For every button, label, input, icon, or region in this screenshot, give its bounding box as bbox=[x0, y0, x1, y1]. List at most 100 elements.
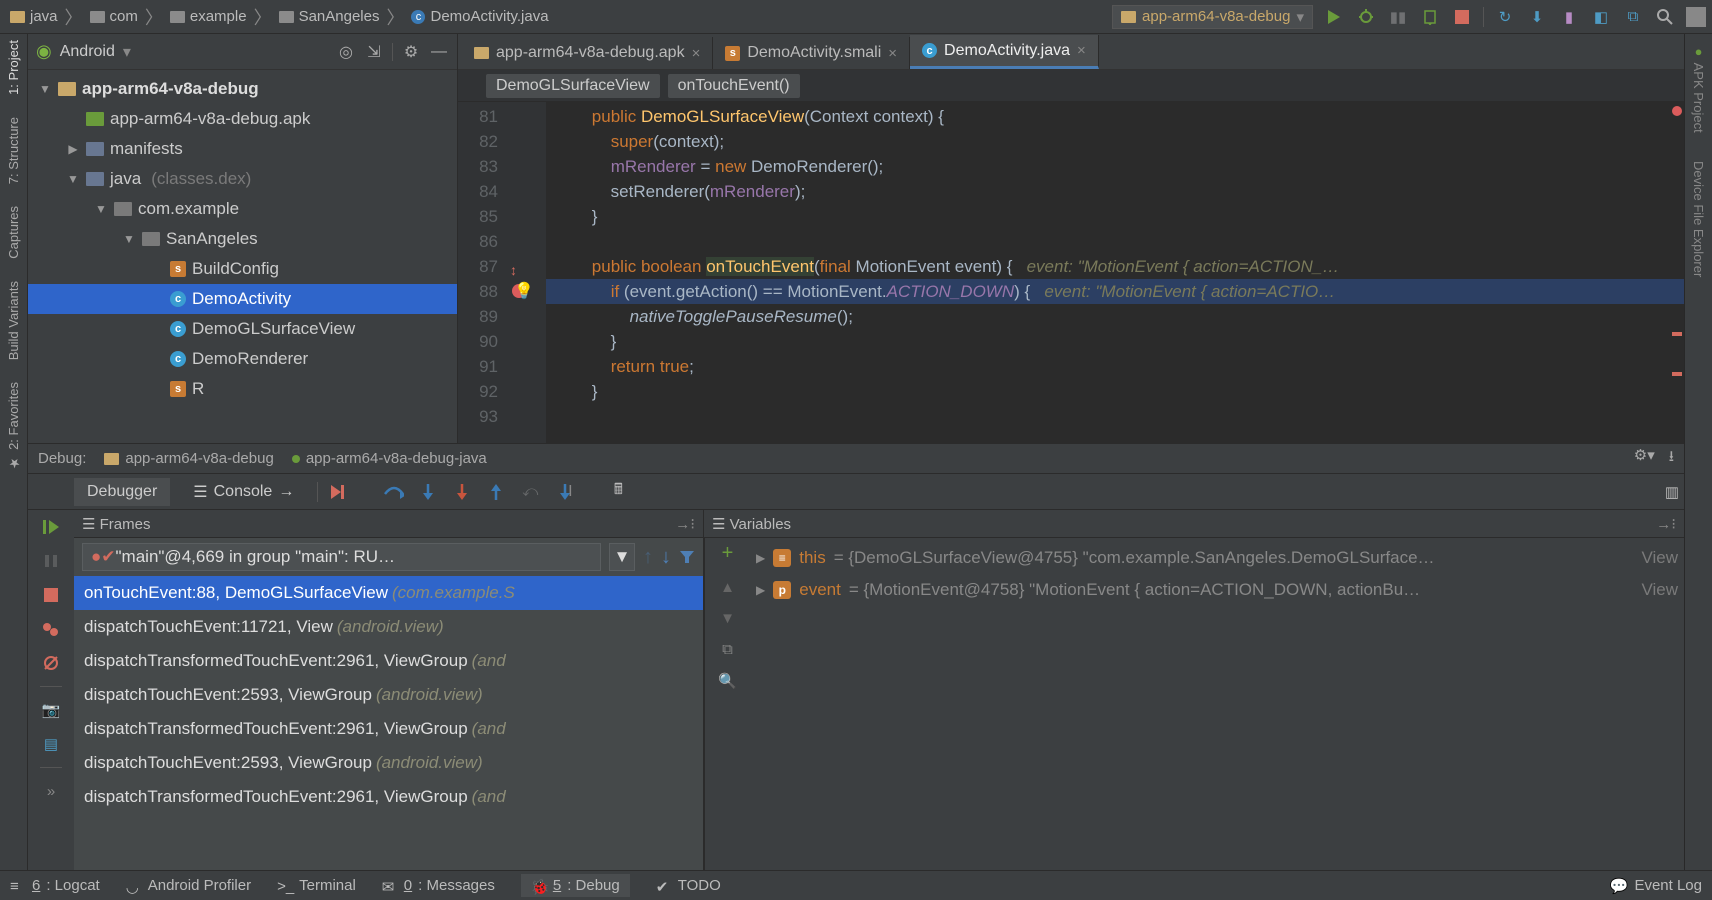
expand-icon[interactable]: →⁝ bbox=[1656, 515, 1676, 533]
code-editor[interactable]: 81828384858687888990919293 💡↕ public Dem… bbox=[458, 102, 1684, 443]
code-body[interactable]: public DemoGLSurfaceView(Context context… bbox=[546, 102, 1684, 443]
debug-config[interactable]: app-arm64-v8a-debug bbox=[125, 450, 273, 467]
variable-row[interactable]: ▶≡this = {DemoGLSurfaceView@4755} "com.e… bbox=[756, 542, 1678, 574]
up-icon[interactable]: ▲ bbox=[720, 579, 735, 596]
bottom-tab[interactable]: ✔TODO bbox=[656, 877, 721, 894]
breadcrumb-item[interactable]: com bbox=[86, 8, 142, 25]
stack-frame[interactable]: onTouchEvent:88, DemoGLSurfaceView(com.e… bbox=[74, 576, 703, 610]
layout-inspector-icon[interactable]: ◧ bbox=[1590, 6, 1612, 28]
icon-gutter[interactable]: 💡↕ bbox=[506, 102, 546, 443]
project-view-chevron-icon[interactable]: ▾ bbox=[123, 42, 131, 62]
expand-icon[interactable]: →⁝ bbox=[675, 515, 695, 533]
show-exec-point-icon[interactable] bbox=[328, 480, 352, 504]
tab-project[interactable]: 1: Project bbox=[6, 40, 21, 95]
sync-gradle-icon[interactable]: ↻ bbox=[1494, 6, 1516, 28]
run-button[interactable] bbox=[1323, 6, 1345, 28]
project-view-selector[interactable]: Android bbox=[60, 43, 115, 61]
warning-marker[interactable] bbox=[1672, 372, 1682, 376]
evaluate-expr-icon[interactable]: 🖩 bbox=[606, 480, 630, 504]
stop-button[interactable] bbox=[1451, 6, 1473, 28]
gear-icon[interactable]: ⚙ bbox=[401, 42, 421, 62]
tree-item[interactable]: ▼com.example bbox=[28, 194, 457, 224]
project-tree[interactable]: ▼app-arm64-v8a-debugapp-arm64-v8a-debug.… bbox=[28, 70, 457, 443]
step-into-icon[interactable] bbox=[416, 480, 440, 504]
warning-marker[interactable] bbox=[1672, 332, 1682, 336]
prev-frame-icon[interactable]: ↑ bbox=[643, 546, 653, 569]
chip-method[interactable]: onTouchEvent() bbox=[668, 74, 800, 98]
add-watch-icon[interactable]: + bbox=[722, 542, 734, 565]
download-icon[interactable]: ⭳ bbox=[1669, 446, 1674, 471]
bottom-tab[interactable]: ◡Android Profiler bbox=[126, 877, 251, 894]
editor-tab[interactable]: app-arm64-v8a-debug.apk× bbox=[462, 37, 713, 69]
thread-selector[interactable]: ●✔ "main"@4,669 in group "main": RU… bbox=[82, 543, 601, 571]
stack-frame[interactable]: dispatchTransformedTouchEvent:2961, View… bbox=[74, 712, 703, 746]
tree-item[interactable]: cDemoGLSurfaceView bbox=[28, 314, 457, 344]
device-manager-icon[interactable]: ⧉ bbox=[1622, 6, 1644, 28]
tab-structure[interactable]: 7: Structure bbox=[6, 117, 21, 184]
variable-list[interactable]: ▶≡this = {DemoGLSurfaceView@4755} "com.e… bbox=[750, 538, 1684, 870]
run-config-selector[interactable]: app-arm64-v8a-debug ▾ bbox=[1112, 5, 1313, 29]
drop-frame-icon[interactable]: ⤺ bbox=[518, 480, 542, 504]
avd-manager-icon[interactable]: ⬇ bbox=[1526, 6, 1548, 28]
view-breakpoints-icon[interactable] bbox=[40, 618, 62, 640]
tree-item[interactable]: ▼java(classes.dex) bbox=[28, 164, 457, 194]
layout-settings-icon[interactable]: ▥ bbox=[1660, 480, 1684, 504]
chip-class[interactable]: DemoGLSurfaceView bbox=[486, 74, 660, 98]
editor-tab[interactable]: sDemoActivity.smali× bbox=[713, 37, 910, 69]
tab-console[interactable]: ☰ Console → bbox=[180, 477, 307, 507]
tab-captures[interactable]: Captures bbox=[6, 206, 21, 259]
event-log-button[interactable]: 💬 Event Log bbox=[1610, 877, 1702, 895]
frame-list[interactable]: onTouchEvent:88, DemoGLSurfaceView(com.e… bbox=[74, 576, 703, 870]
layout-icon[interactable]: ▤ bbox=[40, 733, 62, 755]
bottom-tab[interactable]: 🐞5: Debug bbox=[521, 874, 630, 897]
stack-frame[interactable]: dispatchTouchEvent:2593, ViewGroup(andro… bbox=[74, 746, 703, 780]
tab-debugger[interactable]: Debugger bbox=[74, 478, 170, 506]
user-icon[interactable] bbox=[1686, 7, 1706, 27]
editor-tab[interactable]: cDemoActivity.java× bbox=[910, 35, 1099, 69]
copy-icon[interactable]: ⧉ bbox=[722, 641, 733, 658]
error-marker-icon[interactable] bbox=[1672, 106, 1682, 116]
breadcrumb-item[interactable]: java bbox=[6, 8, 62, 25]
filter-icon[interactable] bbox=[679, 549, 695, 565]
sdk-manager-icon[interactable]: ▮ bbox=[1558, 6, 1580, 28]
close-icon[interactable]: × bbox=[888, 45, 897, 62]
bottom-tab[interactable]: >_Terminal bbox=[277, 877, 356, 894]
tree-item[interactable]: ▼app-arm64-v8a-debug bbox=[28, 74, 457, 104]
stack-frame[interactable]: dispatchTransformedTouchEvent:2961, View… bbox=[74, 780, 703, 814]
tab-build-variants[interactable]: Build Variants bbox=[6, 281, 21, 360]
camera-icon[interactable]: 📷 bbox=[40, 699, 62, 721]
stack-frame[interactable]: dispatchTransformedTouchEvent:2961, View… bbox=[74, 644, 703, 678]
tree-item[interactable]: sR bbox=[28, 374, 457, 404]
tab-apk-project[interactable]: ● APK Project bbox=[1691, 44, 1706, 133]
stop-icon[interactable] bbox=[40, 584, 62, 606]
resume-icon[interactable] bbox=[40, 516, 62, 538]
next-frame-icon[interactable]: ↓ bbox=[661, 546, 671, 569]
inspect-icon[interactable]: 🔍 bbox=[718, 672, 737, 690]
profile-button[interactable]: ▮▮ bbox=[1387, 6, 1409, 28]
gear-icon[interactable]: ⚙▾ bbox=[1634, 446, 1655, 471]
run-to-cursor-icon[interactable]: I bbox=[552, 480, 576, 504]
tree-item[interactable]: app-arm64-v8a-debug.apk bbox=[28, 104, 457, 134]
stack-frame[interactable]: dispatchTouchEvent:11721, View(android.v… bbox=[74, 610, 703, 644]
tree-item[interactable]: sBuildConfig bbox=[28, 254, 457, 284]
bottom-tab[interactable]: ✉0: Messages bbox=[382, 877, 495, 894]
breadcrumb-item[interactable]: SanAngeles bbox=[275, 8, 384, 25]
force-step-into-icon[interactable] bbox=[450, 480, 474, 504]
attach-debugger-icon[interactable] bbox=[1419, 6, 1441, 28]
search-icon[interactable] bbox=[1654, 6, 1676, 28]
stack-frame[interactable]: dispatchTouchEvent:2593, ViewGroup(andro… bbox=[74, 678, 703, 712]
pause-icon[interactable] bbox=[40, 550, 62, 572]
tab-favorites[interactable]: ★ 2: Favorites bbox=[6, 382, 21, 470]
debug-process[interactable]: app-arm64-v8a-debug-java bbox=[306, 450, 487, 467]
mute-breakpoints-icon[interactable] bbox=[40, 652, 62, 674]
step-out-icon[interactable] bbox=[484, 480, 508, 504]
down-icon[interactable]: ▼ bbox=[720, 610, 735, 627]
collapse-icon[interactable]: ⇲ bbox=[364, 42, 384, 62]
thread-dropdown-icon[interactable]: ▼ bbox=[609, 543, 635, 571]
error-stripe[interactable] bbox=[1670, 102, 1684, 443]
tree-item[interactable]: cDemoRenderer bbox=[28, 344, 457, 374]
tree-item[interactable]: cDemoActivity bbox=[28, 284, 457, 314]
breadcrumb-item[interactable]: cDemoActivity.java bbox=[407, 8, 552, 25]
target-icon[interactable]: ◎ bbox=[336, 42, 356, 62]
more-icon[interactable]: » bbox=[40, 780, 62, 802]
